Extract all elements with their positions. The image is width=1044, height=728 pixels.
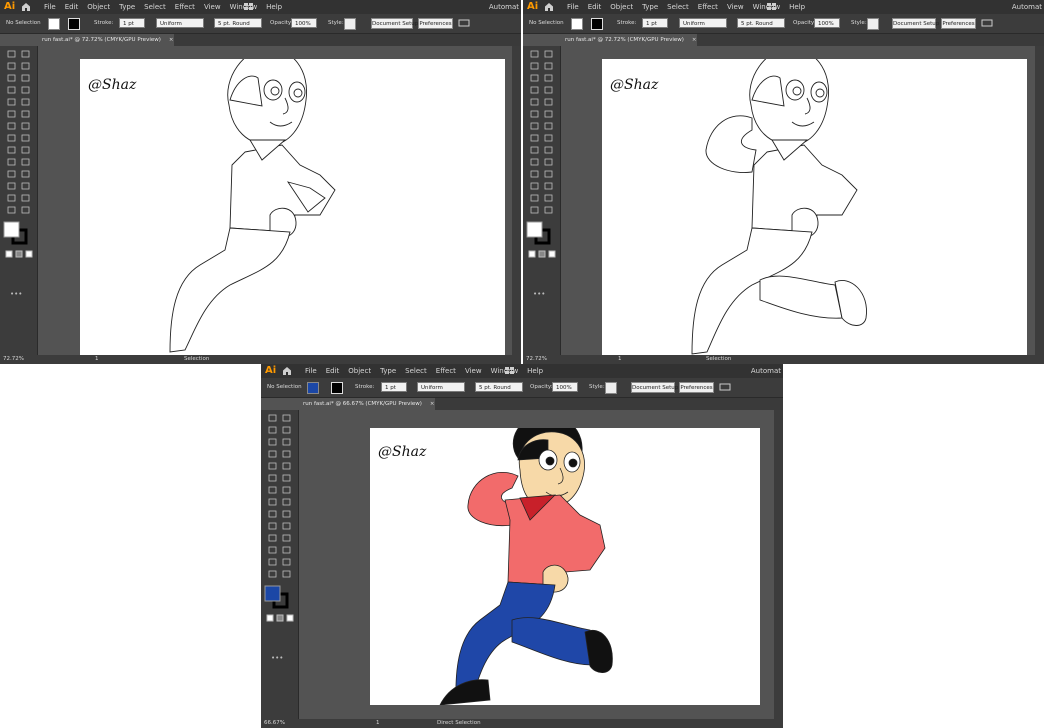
svg-text:@Shaz: @Shaz [610,77,659,93]
character-outline-1 [169,59,336,353]
svg-text:@Shaz: @Shaz [88,77,137,93]
signature-2: @Shaz [610,77,659,93]
artwork-layer: @Shaz @Shaz @Shaz [88,59,867,705]
signature-3: @Shaz [378,444,427,460]
character-color [439,428,613,705]
signature-1: @Shaz [88,77,137,93]
character-outline-2 [691,59,867,355]
svg-text:@Shaz: @Shaz [378,444,427,460]
